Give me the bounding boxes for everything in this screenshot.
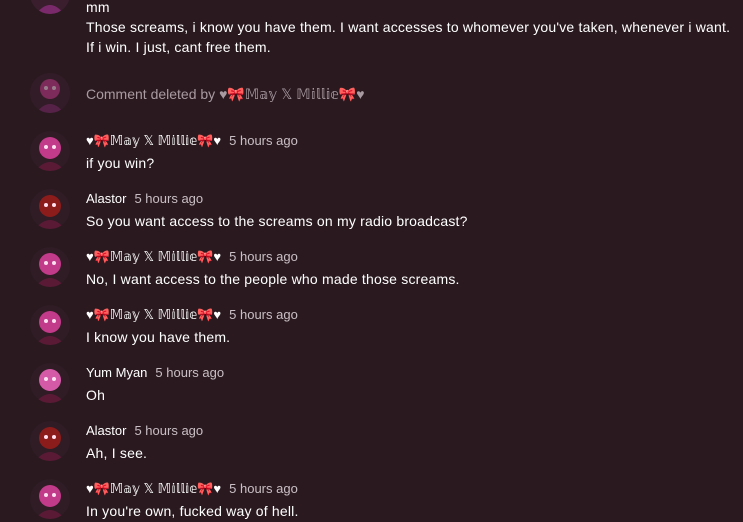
comment-time[interactable]: 5 hours ago [229,133,298,148]
comment-line: mm [86,0,110,15]
comment-text: I know you have them. [86,329,231,345]
comment-line: If i win. I just, cant free them. [86,39,271,55]
comment-time[interactable]: 5 hours ago [134,423,203,438]
comment-text: mm Those screams, i know you have them. … [86,0,736,57]
comment-time[interactable]: 5 hours ago [155,365,224,380]
comment-time[interactable]: 5 hours ago [229,249,298,264]
avatar[interactable] [30,363,70,403]
comment-text: Oh [86,387,106,403]
comment-time[interactable]: 5 hours ago [229,307,298,322]
comment-meta: ♥🎀𝕄𝕒𝕪 𝕏 𝕄𝕚𝕝𝕝𝕚𝕖🎀♥ 5 hours ago [86,249,298,265]
avatar[interactable] [30,247,70,287]
avatar[interactable] [30,421,70,461]
comment-time[interactable]: 5 hours ago [134,191,203,206]
comment-line: Those screams, i know you have them. I w… [86,19,731,35]
avatar [30,73,70,113]
comment-author[interactable]: ♥🎀𝕄𝕒𝕪 𝕏 𝕄𝕚𝕝𝕝𝕚𝕖🎀♥ [86,481,221,496]
comment-meta: ♥🎀𝕄𝕒𝕪 𝕏 𝕄𝕚𝕝𝕝𝕚𝕖🎀♥ 5 hours ago [86,133,298,149]
avatar[interactable] [30,0,70,14]
comment-meta: Alastor 5 hours ago [86,191,203,207]
deleted-prefix: Comment deleted by [86,86,216,102]
comment-text: Ah, I see. [86,445,148,461]
comment-author[interactable]: ♥🎀𝕄𝕒𝕪 𝕏 𝕄𝕚𝕝𝕝𝕚𝕖🎀♥ [86,133,221,148]
comment-meta: ♥🎀𝕄𝕒𝕪 𝕏 𝕄𝕚𝕝𝕝𝕚𝕖🎀♥ 5 hours ago [86,307,298,323]
comment-author[interactable]: Yum Myan [86,365,147,380]
comment-meta: ♥🎀𝕄𝕒𝕪 𝕏 𝕄𝕚𝕝𝕝𝕚𝕖🎀♥ 5 hours ago [86,481,298,497]
comment-time[interactable]: 5 hours ago [229,481,298,496]
comment-text: In you're own, fucked way of hell. [86,503,299,519]
comment-author[interactable]: ♥🎀𝕄𝕒𝕪 𝕏 𝕄𝕚𝕝𝕝𝕚𝕖🎀♥ [86,307,221,322]
avatar[interactable] [30,305,70,345]
comment-text: No, I want access to the people who made… [86,271,460,287]
comment-text: if you win? [86,155,155,171]
avatar[interactable] [30,131,70,171]
comment-author[interactable]: Alastor [86,191,126,206]
comment-meta: Alastor 5 hours ago [86,423,203,439]
deleted-notice: Comment deleted by ♥🎀𝕄𝕒𝕪 𝕏 𝕄𝕚𝕝𝕝𝕚𝕖🎀♥ [86,84,365,104]
avatar[interactable] [30,479,70,519]
comment-meta: Yum Myan 5 hours ago [86,365,224,381]
avatar[interactable] [30,189,70,229]
deleted-author[interactable]: ♥🎀𝕄𝕒𝕪 𝕏 𝕄𝕚𝕝𝕝𝕚𝕖🎀♥ [219,86,365,102]
comment-text: So you want access to the screams on my … [86,213,468,229]
comment-author[interactable]: Alastor [86,423,126,438]
comment-author[interactable]: ♥🎀𝕄𝕒𝕪 𝕏 𝕄𝕚𝕝𝕝𝕚𝕖🎀♥ [86,249,221,264]
